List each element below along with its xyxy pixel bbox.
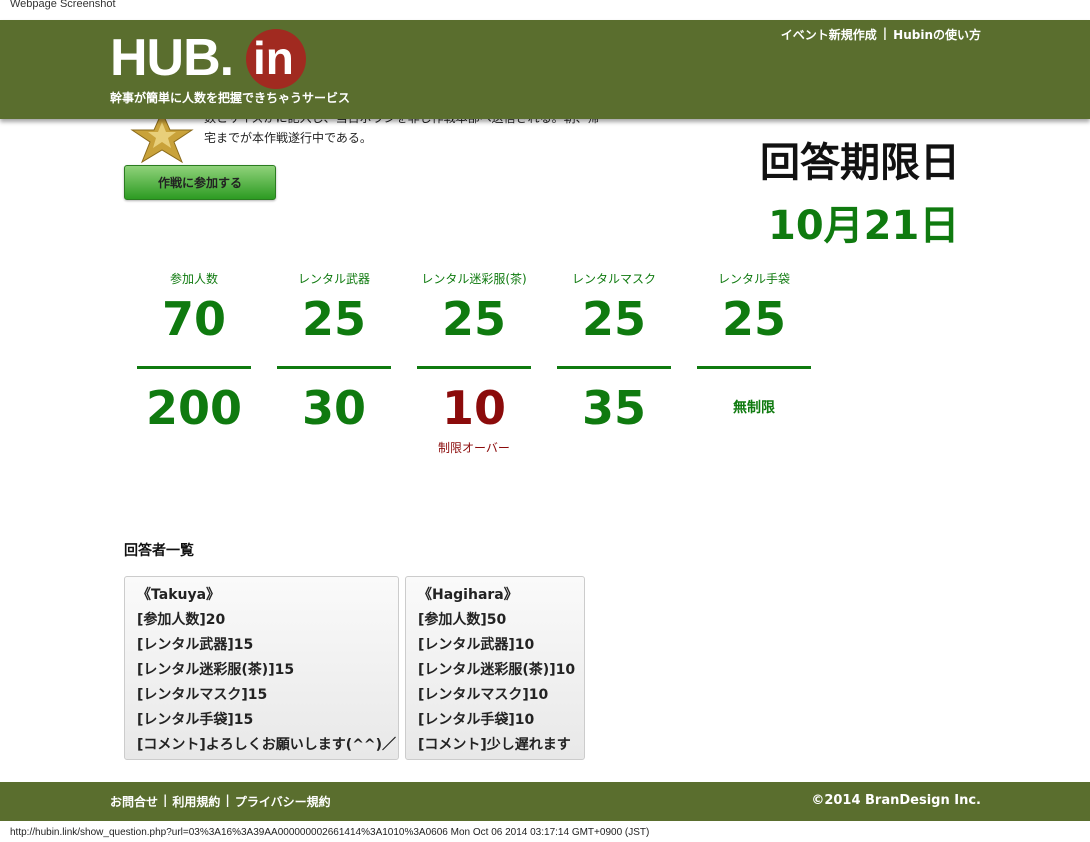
footer-contact-link[interactable]: お問合せ [110, 793, 158, 810]
respondent-line: [参加人数]50 [418, 612, 507, 628]
stat-current-value: 25 [721, 292, 786, 346]
respondent-name: 《Takuya》 [137, 587, 221, 603]
nav-separator: | [882, 26, 888, 40]
site-header: HUB. in 幹事が簡単に人数を把握できちゃうサービス イベント新規作成 | … [0, 20, 1090, 119]
star-medal-icon [130, 112, 194, 164]
stat-rental-weapons: レンタル武器 25 30 [277, 270, 391, 435]
stat-divider [417, 366, 531, 369]
stat-divider [277, 366, 391, 369]
stat-divider [137, 366, 251, 369]
logo-in-text: in [253, 32, 294, 84]
respondent-line: [レンタル迷彩服(茶)]15 [137, 662, 295, 678]
respondent-line: [参加人数]20 [137, 612, 226, 628]
respondent-line: [レンタルマスク]10 [418, 687, 549, 703]
deadline-label: 回答期限日 [760, 140, 960, 186]
footer-separator: | [225, 793, 230, 807]
respondent-card: 《Takuya》 [参加人数]20 [レンタル武器]15 [レンタル迷彩服(茶)… [124, 576, 399, 760]
deadline-date: 10月21日 [768, 203, 960, 249]
footer-privacy-link[interactable]: プライバシー規約 [235, 793, 331, 810]
respondent-line: [レンタル手袋]15 [137, 712, 254, 728]
site-footer: お問合せ | 利用規約 | プライバシー規約 ©2014 BranDesign … [0, 782, 1090, 821]
footer-separator: | [163, 793, 168, 807]
respondent-comment: [コメント]少し遅れます [418, 737, 571, 753]
stat-label: レンタルマスク [571, 272, 656, 286]
stat-limit-value: 200 [145, 381, 243, 435]
join-operation-button[interactable]: 作戦に参加する [124, 165, 276, 200]
stat-rental-masks: レンタルマスク 25 35 [557, 270, 671, 435]
status-bar-url: http://hubin.link/show_question.php?url=… [10, 827, 650, 838]
stat-label: レンタル武器 [297, 272, 370, 286]
copyright-text: ©2014 BranDesign Inc. [811, 793, 981, 808]
stat-label: 参加人数 [169, 272, 218, 286]
screenshot-caption: Webpage Screenshot [10, 0, 116, 10]
stat-current-value: 70 [161, 292, 226, 346]
stat-divider [697, 366, 811, 369]
respondent-line: [レンタル武器]10 [418, 637, 535, 653]
stat-current-value: 25 [581, 292, 646, 346]
logo-text: HUB. [110, 29, 234, 87]
stat-limit-value: 30 [301, 381, 366, 435]
footer-terms-link[interactable]: 利用規約 [172, 793, 220, 810]
footer-links: お問合せ | 利用規約 | プライバシー規約 [110, 793, 331, 810]
respondent-line: [レンタル手袋]10 [418, 712, 535, 728]
stat-label: レンタル迷彩服(茶) [421, 272, 527, 286]
stat-limit-value: 無制限 [733, 400, 775, 416]
stat-limit-value: 10 [441, 381, 506, 435]
stat-current-value: 25 [301, 292, 366, 346]
stat-limit-value: 35 [581, 381, 646, 435]
stat-rental-camo: レンタル迷彩服(茶) 25 10 制限オーバー [417, 270, 531, 456]
respondents-title: 回答者一覧 [124, 543, 194, 559]
stat-current-value: 25 [441, 292, 506, 346]
respondent-line: [レンタル武器]15 [137, 637, 254, 653]
top-nav: イベント新規作成 | Hubinの使い方 [781, 26, 981, 43]
nav-how-to-link[interactable]: Hubinの使い方 [893, 26, 981, 43]
respondent-card: 《Hagihara》 [参加人数]50 [レンタル武器]10 [レンタル迷彩服(… [405, 576, 585, 760]
stat-divider [557, 366, 671, 369]
respondent-line: [レンタル迷彩服(茶)]10 [418, 662, 576, 678]
event-description-line: 宅までが本作戦遂行中である。 [204, 131, 372, 145]
respondent-name: 《Hagihara》 [418, 587, 518, 603]
site-logo[interactable]: HUB. in [110, 26, 310, 90]
stat-participants: 参加人数 70 200 [137, 270, 251, 435]
respondent-line: [レンタルマスク]15 [137, 687, 268, 703]
stat-label: レンタル手袋 [717, 272, 790, 286]
nav-create-event-link[interactable]: イベント新規作成 [781, 26, 877, 43]
stat-rental-gloves: レンタル手袋 25 無制限 [697, 270, 811, 435]
stat-over-limit-note: 制限オーバー [438, 441, 510, 455]
respondent-comment: [コメント]よろしくお願いします(^^)／ [137, 737, 397, 753]
site-tagline: 幹事が簡単に人数を把握できちゃうサービス [110, 91, 351, 105]
